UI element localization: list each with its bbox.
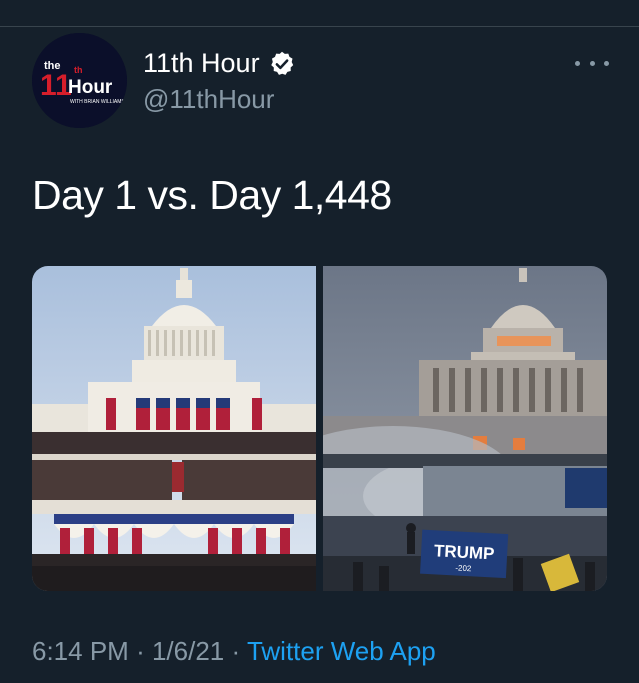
meta-separator: ·	[136, 636, 145, 666]
meta-separator: ·	[231, 636, 241, 666]
logo-word: Hour	[68, 77, 113, 98]
display-name[interactable]: 11th Hour	[143, 48, 260, 79]
tweet-text: Day 1 vs. Day 1,448	[32, 172, 392, 218]
tweet-date[interactable]: 1/6/21	[152, 636, 224, 666]
more-dot	[604, 60, 609, 66]
avatar[interactable]: the 11 th Hour WITH BRIAN WILLIAMS	[32, 33, 127, 128]
tweet-media[interactable]: TRUMP -202	[32, 266, 607, 591]
capitol-riot-photo[interactable]: TRUMP -202	[323, 266, 607, 591]
more-dot	[575, 60, 580, 66]
account-handle[interactable]: @11thHour	[143, 84, 274, 115]
display-name-row[interactable]: 11th Hour	[143, 48, 296, 79]
logo-number: 11	[40, 69, 72, 102]
logo-byline: WITH BRIAN WILLIAMS	[70, 99, 125, 105]
capitol-inauguration-photo[interactable]	[32, 266, 316, 591]
more-options-icon[interactable]	[575, 52, 609, 74]
tweet: the 11 th Hour WITH BRIAN WILLIAMS 11th …	[0, 0, 639, 683]
verified-badge-icon	[268, 50, 296, 78]
tweet-meta: 6:14 PM · 1/6/21 · Twitter Web App	[32, 636, 436, 667]
11th-hour-logo: the 11 th Hour WITH BRIAN WILLIAMS	[32, 33, 127, 128]
logo-suffix: th	[74, 65, 83, 75]
tweet-time[interactable]: 6:14 PM	[32, 636, 129, 666]
trump-sign-sub: -202	[455, 563, 472, 573]
tweet-source-link[interactable]: Twitter Web App	[247, 636, 436, 666]
more-dot	[589, 60, 595, 66]
trump-sign-text: TRUMP	[434, 541, 495, 563]
